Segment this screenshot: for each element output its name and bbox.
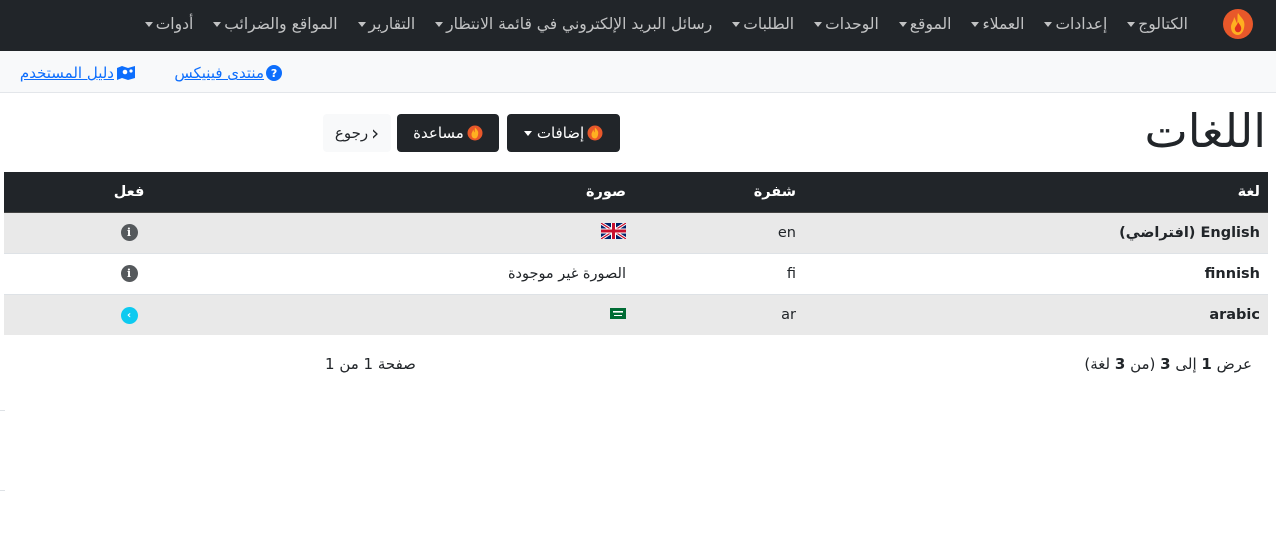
- language-code: ar: [634, 293, 804, 335]
- nav-item-locations-taxes[interactable]: المواقع والضرائب: [203, 15, 347, 33]
- summary-from: 1: [1201, 355, 1212, 373]
- caret-down-icon: [435, 22, 444, 27]
- question-circle-icon: ?: [266, 65, 282, 81]
- nav-item-modules[interactable]: الوحدات: [804, 15, 889, 33]
- flame-icon: [467, 125, 483, 141]
- language-image-cell: [254, 293, 634, 335]
- caret-down-icon: [1127, 22, 1136, 27]
- language-name: arabic: [804, 293, 1268, 335]
- help-button-label: مساعدة: [413, 124, 464, 142]
- nav-item-label: الوحدات: [825, 14, 879, 33]
- header-language[interactable]: لغة: [804, 172, 1268, 213]
- caret-down-icon: [971, 22, 980, 27]
- language-image-cell: [254, 211, 634, 253]
- forum-link[interactable]: ? منتدى فينيكس: [174, 63, 282, 83]
- add-button-label: إضافات: [536, 124, 585, 142]
- forum-link-label: منتدى فينيكس: [174, 64, 264, 82]
- add-dropdown-button[interactable]: إضافات: [507, 114, 620, 152]
- table-row[interactable]: finnish fi الصورة غير موجودة i: [4, 252, 1268, 294]
- nav-item-reports[interactable]: التقارير: [348, 15, 426, 33]
- flame-icon: [587, 125, 603, 141]
- summary-to-word: إلى: [1175, 355, 1197, 373]
- table-header-row: لغة شفرة صورة فعل: [4, 172, 1268, 213]
- pagination-summary: عرض 1 إلى 3 (من 3 لغة): [1084, 355, 1252, 373]
- table-row[interactable]: English (افتراضي) en i: [4, 211, 1268, 253]
- caret-down-icon: [814, 22, 823, 27]
- language-name: finnish: [804, 252, 1268, 294]
- summary-of: (من: [1130, 355, 1156, 373]
- nav-item-label: إعدادات: [1055, 14, 1108, 33]
- action-cell: i: [4, 211, 254, 253]
- back-button-label: رجوع: [334, 124, 369, 142]
- nav-item-label: رسائل البريد الإلكتروني في قائمة الانتظا…: [446, 14, 713, 33]
- nav-item-label: أدوات: [155, 14, 194, 33]
- nav-item-customers[interactable]: العملاء: [961, 15, 1034, 33]
- caret-down-icon: [732, 22, 741, 27]
- map-icon: [117, 66, 135, 80]
- back-button[interactable]: ‹ رجوع: [323, 114, 391, 152]
- nav-item-label: العملاء: [982, 14, 1025, 33]
- header-code[interactable]: شفرة: [634, 172, 804, 213]
- summary-to: 3: [1160, 355, 1171, 373]
- image-not-found-text: الصورة غير موجودة: [254, 252, 634, 294]
- nav-item-catalog[interactable]: الكتالوج: [1117, 15, 1198, 33]
- table-row[interactable]: arabic ar ›: [4, 293, 1268, 335]
- caret-down-icon: [357, 22, 366, 27]
- action-cell: i: [4, 252, 254, 294]
- main-menu: الكتالوج إعدادات العملاء الموقع الوحدات …: [135, 0, 1198, 47]
- saudi-flag-icon: [610, 307, 626, 319]
- caret-down-icon: [523, 130, 532, 136]
- language-code: en: [634, 211, 804, 253]
- summary-unit: لغة): [1084, 355, 1111, 373]
- nav-item-site[interactable]: الموقع: [889, 15, 962, 33]
- chevron-right-circle-icon[interactable]: ›: [120, 306, 138, 324]
- nav-item-orders[interactable]: الطلبات: [722, 15, 804, 33]
- nav-item-label: الطلبات: [743, 14, 795, 33]
- summary-total: 3: [1114, 355, 1126, 373]
- caret-down-icon: [1044, 22, 1053, 27]
- languages-table: لغة شفرة صورة فعل English (افتراضي) en i: [4, 172, 1268, 335]
- page-title: اللغات: [1144, 104, 1266, 158]
- summary-prefix: عرض: [1216, 355, 1252, 373]
- nav-item-label: المواقع والضرائب: [224, 14, 338, 33]
- caret-down-icon: [144, 22, 153, 27]
- page-indicator: صفحة 1 من 1: [325, 355, 416, 373]
- language-code: fi: [634, 252, 804, 294]
- nav-item-tools[interactable]: أدوات: [135, 15, 204, 33]
- chevron-right-icon: ‹: [371, 121, 380, 145]
- user-guide-link-label: دليل المستخدم: [19, 64, 114, 82]
- user-guide-link[interactable]: دليل المستخدم: [20, 63, 136, 83]
- language-name: English (افتراضي): [804, 211, 1268, 253]
- caret-down-icon: [213, 22, 222, 27]
- header-action: فعل: [4, 172, 254, 213]
- nav-item-queued-emails[interactable]: رسائل البريد الإلكتروني في قائمة الانتظا…: [425, 15, 722, 33]
- nav-item-label: التقارير: [368, 14, 416, 33]
- nav-item-label: الكتالوج: [1138, 14, 1188, 33]
- nav-item-label: الموقع: [909, 14, 952, 33]
- info-icon[interactable]: i: [120, 224, 138, 241]
- header-image[interactable]: صورة: [254, 172, 634, 213]
- info-icon[interactable]: i: [120, 265, 138, 282]
- caret-down-icon: [898, 22, 907, 27]
- nav-item-settings[interactable]: إعدادات: [1034, 15, 1117, 33]
- action-cell: ›: [4, 293, 254, 335]
- help-button[interactable]: مساعدة: [397, 114, 499, 152]
- divider: [0, 490, 5, 491]
- top-navbar: الكتالوج إعدادات العملاء الموقع الوحدات …: [0, 0, 1276, 51]
- uk-flag-icon: [600, 221, 627, 240]
- sub-header: ? منتدى فينيكس دليل المستخدم: [0, 51, 1276, 93]
- divider: [0, 410, 5, 411]
- flame-logo-icon[interactable]: [1222, 8, 1254, 40]
